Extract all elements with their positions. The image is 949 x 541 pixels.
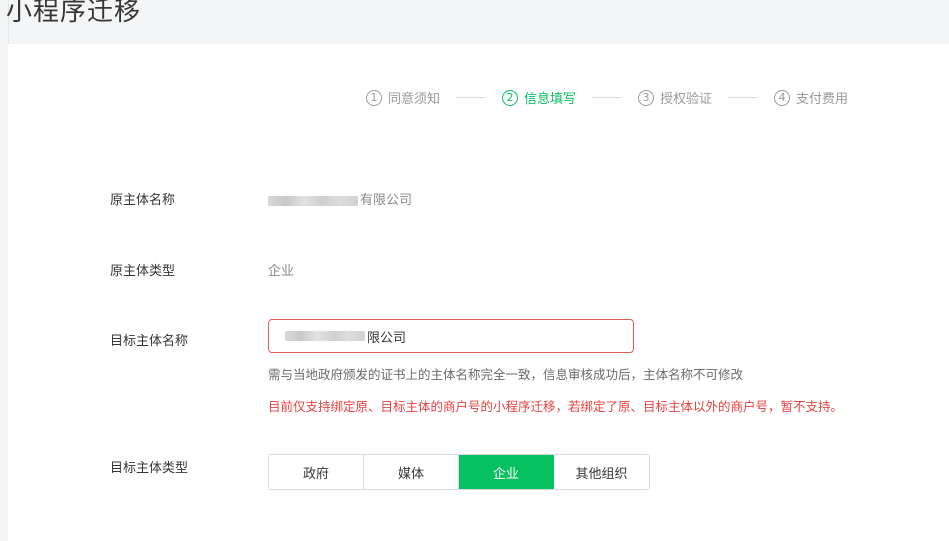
redacted-text: [285, 331, 365, 341]
original-name-visible-text: 有限公司: [360, 193, 413, 208]
original-type-label: 原主体类型: [110, 264, 176, 279]
target-name-warning: 目前仅支持绑定原、目标主体的商户号的小程序迁移，若绑定了原、目标主体以外的商户号…: [268, 399, 844, 414]
progress-stepper: 1 同意须知 2 信息填写 3 授权验证 4 支付费用: [366, 88, 848, 107]
original-name-value: 有限公司: [268, 189, 412, 208]
step-agreement: 1 同意须知: [366, 88, 440, 107]
target-type-option-enterprise[interactable]: 企业: [459, 455, 554, 489]
target-type-selector: 政府 媒体 企业 其他组织: [268, 454, 650, 490]
original-name-label: 原主体名称: [110, 193, 176, 208]
step-info-fill: 2 信息填写: [502, 88, 576, 107]
step-label: 信息填写: [524, 92, 577, 107]
step-number-icon: 3: [638, 89, 655, 106]
target-type-option-other[interactable]: 其他组织: [554, 455, 649, 489]
step-connector: [592, 97, 623, 98]
target-name-hint: 需与当地政府颁发的证书上的主体名称完全一致，信息审核成功后，主体名称不可修改: [268, 367, 744, 382]
page-title: 小程序迁移: [6, 0, 142, 27]
step-connector: [728, 97, 759, 98]
target-name-input[interactable]: 限公司: [268, 319, 634, 353]
target-type-label: 目标主体类型: [110, 461, 189, 476]
target-type-option-media[interactable]: 媒体: [364, 455, 459, 489]
step-payment: 4 支付费用: [774, 88, 848, 107]
target-type-option-government[interactable]: 政府: [269, 455, 364, 489]
step-connector: [456, 97, 487, 98]
target-name-visible-text: 限公司: [367, 330, 407, 346]
step-label: 授权验证: [660, 92, 713, 107]
step-number-icon: 1: [366, 89, 382, 106]
original-type-value: 企业: [268, 264, 295, 279]
step-number-icon: 4: [774, 89, 791, 106]
step-authorization: 3 授权验证: [638, 88, 712, 107]
step-number-icon: 2: [502, 89, 519, 106]
target-name-label: 目标主体名称: [110, 334, 189, 349]
step-label: 支付费用: [796, 92, 849, 107]
redacted-text: [268, 195, 358, 206]
step-label: 同意须知: [388, 92, 441, 107]
